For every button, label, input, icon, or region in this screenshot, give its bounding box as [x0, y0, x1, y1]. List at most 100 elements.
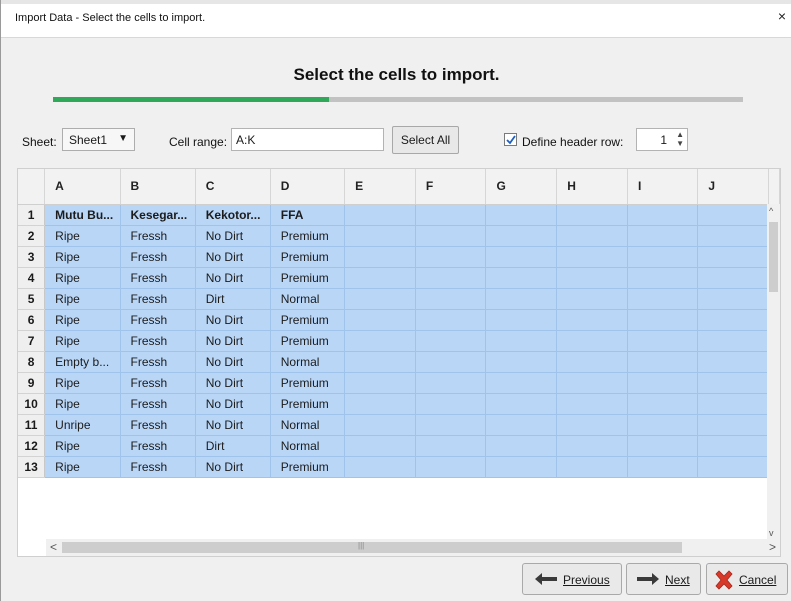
- grid-cell[interactable]: [697, 435, 769, 457]
- grid-cell[interactable]: [344, 435, 416, 457]
- grid-cell[interactable]: [556, 288, 629, 310]
- row-number[interactable]: 2: [18, 225, 46, 247]
- cancel-button[interactable]: Cancel: [706, 563, 788, 595]
- grid-cell[interactable]: [556, 267, 629, 289]
- grid-cell[interactable]: No Dirt: [195, 225, 271, 247]
- table-row[interactable]: 12 Ripe Fressh Dirt Normal: [18, 435, 780, 457]
- grid-cell[interactable]: Premium: [270, 309, 346, 331]
- grid-cell[interactable]: [697, 393, 769, 415]
- column-header-b[interactable]: B: [120, 169, 196, 205]
- row-number[interactable]: 13: [18, 456, 46, 478]
- grid-cell[interactable]: [344, 351, 416, 373]
- table-row[interactable]: 10 Ripe Fressh No Dirt Premium: [18, 393, 780, 415]
- grid-cell[interactable]: Ripe: [44, 246, 121, 268]
- table-row[interactable]: 4 Ripe Fressh No Dirt Premium: [18, 267, 780, 289]
- grid-cell[interactable]: No Dirt: [195, 267, 271, 289]
- grid-cell[interactable]: [627, 414, 699, 436]
- grid-cell[interactable]: Normal: [270, 288, 346, 310]
- define-header-checkbox[interactable]: [504, 133, 517, 146]
- grid-cell[interactable]: [627, 225, 699, 247]
- grid-cell[interactable]: No Dirt: [195, 330, 271, 352]
- grid-cell[interactable]: [344, 414, 416, 436]
- grid-cell[interactable]: Ripe: [44, 393, 121, 415]
- table-row[interactable]: 7 Ripe Fressh No Dirt Premium: [18, 330, 780, 352]
- grid-cell[interactable]: [627, 456, 699, 478]
- grid-cell[interactable]: [485, 330, 558, 352]
- grid-cell[interactable]: [485, 225, 558, 247]
- grid-cell[interactable]: Ripe: [44, 309, 121, 331]
- row-number[interactable]: 12: [18, 435, 46, 457]
- grid-cell[interactable]: No Dirt: [195, 456, 271, 478]
- grid-cell[interactable]: [485, 351, 558, 373]
- table-row[interactable]: 9 Ripe Fressh No Dirt Premium: [18, 372, 780, 394]
- grid-cell[interactable]: [697, 414, 769, 436]
- row-number[interactable]: 10: [18, 393, 46, 415]
- grid-cell[interactable]: No Dirt: [195, 372, 271, 394]
- grid-cell[interactable]: [627, 372, 699, 394]
- grid-cell[interactable]: Mutu Bu...: [44, 204, 121, 226]
- scroll-right-icon[interactable]: >: [769, 540, 776, 554]
- grid-cell[interactable]: Ripe: [44, 288, 121, 310]
- row-number[interactable]: 3: [18, 246, 46, 268]
- previous-button[interactable]: Previous: [522, 563, 622, 595]
- table-row[interactable]: 3 Ripe Fressh No Dirt Premium: [18, 246, 780, 268]
- select-all-button[interactable]: Select All: [392, 126, 459, 154]
- scroll-up-icon[interactable]: ^: [769, 206, 773, 216]
- grid-cell[interactable]: Unripe: [44, 414, 121, 436]
- vertical-scrollbar[interactable]: ^ v: [767, 204, 780, 540]
- grid-cell[interactable]: [627, 393, 699, 415]
- grid-cell[interactable]: [344, 393, 416, 415]
- column-header-j[interactable]: J: [697, 169, 769, 205]
- grid-cell[interactable]: Fressh: [120, 309, 196, 331]
- grid-cell[interactable]: [627, 330, 699, 352]
- grid-cell[interactable]: Ripe: [44, 267, 121, 289]
- grid-cell[interactable]: Fressh: [120, 372, 196, 394]
- grid-cell[interactable]: Premium: [270, 372, 346, 394]
- grid-cell[interactable]: [344, 246, 416, 268]
- grid-cell[interactable]: [485, 456, 558, 478]
- row-number[interactable]: 5: [18, 288, 46, 310]
- horizontal-scroll-thumb[interactable]: [62, 542, 682, 553]
- row-number[interactable]: 8: [18, 351, 46, 373]
- table-row[interactable]: 13 Ripe Fressh No Dirt Premium: [18, 456, 780, 478]
- grid-cell[interactable]: [485, 246, 558, 268]
- column-header-e[interactable]: E: [344, 169, 416, 205]
- next-button[interactable]: Next: [626, 563, 701, 595]
- grid-cell[interactable]: [627, 246, 699, 268]
- table-row[interactable]: 1 Mutu Bu... Kesegar... Kekotor... FFA: [18, 204, 780, 226]
- horizontal-scrollbar[interactable]: < ||| >: [46, 539, 780, 556]
- grid-cell[interactable]: [627, 309, 699, 331]
- grid-cell[interactable]: [485, 414, 558, 436]
- cell-preview-grid[interactable]: ABCDEFGHIJ 1 Mutu Bu... Kesegar... Kekotor.…: [17, 168, 781, 557]
- column-header-i[interactable]: I: [627, 169, 699, 205]
- grid-cell[interactable]: Normal: [270, 351, 346, 373]
- grid-cell[interactable]: [697, 267, 769, 289]
- vertical-scroll-thumb[interactable]: [769, 222, 778, 292]
- table-row[interactable]: 8 Empty b... Fressh No Dirt Normal: [18, 351, 780, 373]
- grid-cell[interactable]: [697, 351, 769, 373]
- grid-cell[interactable]: Premium: [270, 456, 346, 478]
- grid-cell[interactable]: [415, 204, 487, 226]
- grid-cell[interactable]: [697, 288, 769, 310]
- grid-cell[interactable]: Premium: [270, 246, 346, 268]
- scroll-left-icon[interactable]: <: [50, 540, 57, 554]
- grid-cell[interactable]: [556, 456, 629, 478]
- grid-cell[interactable]: [344, 288, 416, 310]
- grid-cell[interactable]: Fressh: [120, 330, 196, 352]
- grid-cell[interactable]: No Dirt: [195, 414, 271, 436]
- grid-cell[interactable]: [627, 351, 699, 373]
- grid-cell[interactable]: [415, 393, 487, 415]
- grid-cell[interactable]: [344, 225, 416, 247]
- grid-cell[interactable]: [415, 372, 487, 394]
- grid-cell[interactable]: [415, 246, 487, 268]
- grid-cell[interactable]: Ripe: [44, 330, 121, 352]
- grid-cell[interactable]: [344, 372, 416, 394]
- column-header-h[interactable]: H: [556, 169, 629, 205]
- table-row[interactable]: 11 Unripe Fressh No Dirt Normal: [18, 414, 780, 436]
- grid-cell[interactable]: [697, 225, 769, 247]
- row-number[interactable]: 6: [18, 309, 46, 331]
- grid-cell[interactable]: [556, 414, 629, 436]
- close-icon[interactable]: ×: [778, 8, 786, 24]
- row-number[interactable]: 4: [18, 267, 46, 289]
- grid-cell[interactable]: Kesegar...: [120, 204, 196, 226]
